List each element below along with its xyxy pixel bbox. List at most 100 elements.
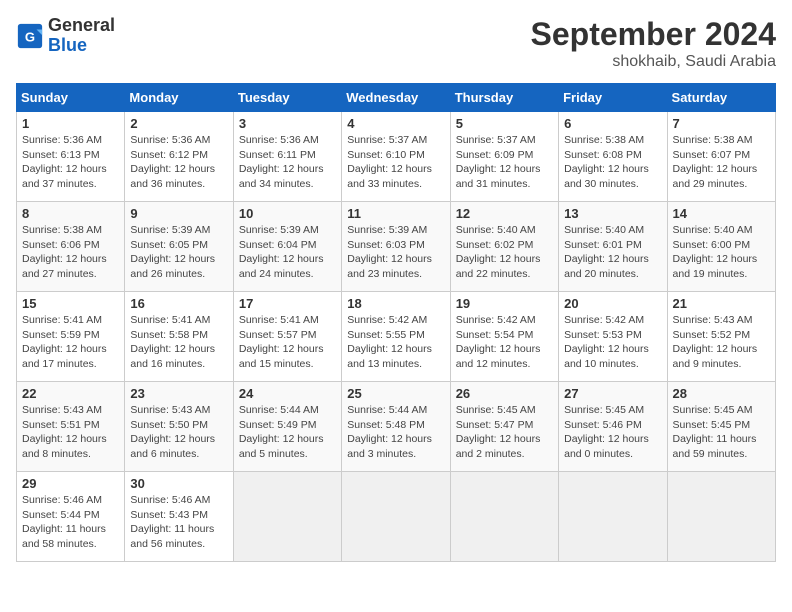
day-info: Sunrise: 5:46 AMSunset: 5:44 PMDaylight:…: [22, 494, 106, 550]
day-number: 10: [239, 206, 336, 221]
day-info: Sunrise: 5:38 AMSunset: 6:06 PMDaylight:…: [22, 224, 107, 280]
calendar-cell: 14 Sunrise: 5:40 AMSunset: 6:00 PMDaylig…: [667, 202, 775, 292]
calendar-cell: 25 Sunrise: 5:44 AMSunset: 5:48 PMDaylig…: [342, 382, 450, 472]
calendar-week-5: 29 Sunrise: 5:46 AMSunset: 5:44 PMDaylig…: [17, 472, 776, 562]
calendar-cell: 7 Sunrise: 5:38 AMSunset: 6:07 PMDayligh…: [667, 112, 775, 202]
calendar-cell: 4 Sunrise: 5:37 AMSunset: 6:10 PMDayligh…: [342, 112, 450, 202]
day-info: Sunrise: 5:38 AMSunset: 6:07 PMDaylight:…: [673, 134, 758, 190]
calendar-cell: 20 Sunrise: 5:42 AMSunset: 5:53 PMDaylig…: [559, 292, 667, 382]
day-info: Sunrise: 5:39 AMSunset: 6:05 PMDaylight:…: [130, 224, 215, 280]
day-number: 14: [673, 206, 770, 221]
header-tuesday: Tuesday: [233, 84, 341, 112]
day-info: Sunrise: 5:44 AMSunset: 5:48 PMDaylight:…: [347, 404, 432, 460]
day-number: 4: [347, 116, 444, 131]
calendar-cell: 24 Sunrise: 5:44 AMSunset: 5:49 PMDaylig…: [233, 382, 341, 472]
calendar-cell: 3 Sunrise: 5:36 AMSunset: 6:11 PMDayligh…: [233, 112, 341, 202]
header-monday: Monday: [125, 84, 233, 112]
calendar-cell: 26 Sunrise: 5:45 AMSunset: 5:47 PMDaylig…: [450, 382, 558, 472]
day-info: Sunrise: 5:41 AMSunset: 5:57 PMDaylight:…: [239, 314, 324, 370]
calendar-cell: 11 Sunrise: 5:39 AMSunset: 6:03 PMDaylig…: [342, 202, 450, 292]
day-number: 5: [456, 116, 553, 131]
day-number: 15: [22, 296, 119, 311]
day-number: 25: [347, 386, 444, 401]
day-number: 11: [347, 206, 444, 221]
calendar-cell: 30 Sunrise: 5:46 AMSunset: 5:43 PMDaylig…: [125, 472, 233, 562]
calendar-cell: 19 Sunrise: 5:42 AMSunset: 5:54 PMDaylig…: [450, 292, 558, 382]
calendar-cell: 15 Sunrise: 5:41 AMSunset: 5:59 PMDaylig…: [17, 292, 125, 382]
calendar-week-1: 1 Sunrise: 5:36 AMSunset: 6:13 PMDayligh…: [17, 112, 776, 202]
calendar-cell: 6 Sunrise: 5:38 AMSunset: 6:08 PMDayligh…: [559, 112, 667, 202]
day-info: Sunrise: 5:37 AMSunset: 6:09 PMDaylight:…: [456, 134, 541, 190]
day-info: Sunrise: 5:36 AMSunset: 6:12 PMDaylight:…: [130, 134, 215, 190]
day-number: 2: [130, 116, 227, 131]
day-number: 19: [456, 296, 553, 311]
header-wednesday: Wednesday: [342, 84, 450, 112]
calendar-week-4: 22 Sunrise: 5:43 AMSunset: 5:51 PMDaylig…: [17, 382, 776, 472]
day-number: 18: [347, 296, 444, 311]
svg-text:G: G: [25, 29, 35, 44]
day-info: Sunrise: 5:45 AMSunset: 5:47 PMDaylight:…: [456, 404, 541, 460]
calendar-header: Sunday Monday Tuesday Wednesday Thursday…: [17, 84, 776, 112]
day-number: 13: [564, 206, 661, 221]
day-number: 16: [130, 296, 227, 311]
header-thursday: Thursday: [450, 84, 558, 112]
day-number: 26: [456, 386, 553, 401]
calendar-cell: 5 Sunrise: 5:37 AMSunset: 6:09 PMDayligh…: [450, 112, 558, 202]
day-info: Sunrise: 5:42 AMSunset: 5:55 PMDaylight:…: [347, 314, 432, 370]
day-info: Sunrise: 5:39 AMSunset: 6:04 PMDaylight:…: [239, 224, 324, 280]
logo: G General Blue: [16, 16, 115, 56]
day-number: 12: [456, 206, 553, 221]
day-number: 9: [130, 206, 227, 221]
day-number: 29: [22, 476, 119, 491]
day-number: 20: [564, 296, 661, 311]
logo-icon: G: [16, 22, 44, 50]
day-number: 21: [673, 296, 770, 311]
calendar-cell: [559, 472, 667, 562]
month-title: September 2024: [531, 16, 776, 53]
day-info: Sunrise: 5:39 AMSunset: 6:03 PMDaylight:…: [347, 224, 432, 280]
title-block: September 2024 shokhaib, Saudi Arabia: [531, 16, 776, 71]
day-info: Sunrise: 5:36 AMSunset: 6:11 PMDaylight:…: [239, 134, 324, 190]
day-info: Sunrise: 5:43 AMSunset: 5:51 PMDaylight:…: [22, 404, 107, 460]
calendar-cell: [450, 472, 558, 562]
calendar-cell: 29 Sunrise: 5:46 AMSunset: 5:44 PMDaylig…: [17, 472, 125, 562]
day-info: Sunrise: 5:43 AMSunset: 5:50 PMDaylight:…: [130, 404, 215, 460]
calendar-table: Sunday Monday Tuesday Wednesday Thursday…: [16, 83, 776, 562]
day-info: Sunrise: 5:43 AMSunset: 5:52 PMDaylight:…: [673, 314, 758, 370]
calendar-cell: [667, 472, 775, 562]
calendar-cell: 22 Sunrise: 5:43 AMSunset: 5:51 PMDaylig…: [17, 382, 125, 472]
header-saturday: Saturday: [667, 84, 775, 112]
day-info: Sunrise: 5:37 AMSunset: 6:10 PMDaylight:…: [347, 134, 432, 190]
calendar-cell: 8 Sunrise: 5:38 AMSunset: 6:06 PMDayligh…: [17, 202, 125, 292]
day-info: Sunrise: 5:40 AMSunset: 6:01 PMDaylight:…: [564, 224, 649, 280]
logo-text: General Blue: [48, 16, 115, 56]
calendar-cell: 13 Sunrise: 5:40 AMSunset: 6:01 PMDaylig…: [559, 202, 667, 292]
calendar-cell: 16 Sunrise: 5:41 AMSunset: 5:58 PMDaylig…: [125, 292, 233, 382]
calendar-cell: 18 Sunrise: 5:42 AMSunset: 5:55 PMDaylig…: [342, 292, 450, 382]
calendar-body: 1 Sunrise: 5:36 AMSunset: 6:13 PMDayligh…: [17, 112, 776, 562]
day-info: Sunrise: 5:41 AMSunset: 5:58 PMDaylight:…: [130, 314, 215, 370]
day-number: 23: [130, 386, 227, 401]
day-info: Sunrise: 5:42 AMSunset: 5:54 PMDaylight:…: [456, 314, 541, 370]
calendar-cell: 28 Sunrise: 5:45 AMSunset: 5:45 PMDaylig…: [667, 382, 775, 472]
day-info: Sunrise: 5:38 AMSunset: 6:08 PMDaylight:…: [564, 134, 649, 190]
day-number: 28: [673, 386, 770, 401]
day-info: Sunrise: 5:44 AMSunset: 5:49 PMDaylight:…: [239, 404, 324, 460]
calendar-cell: 17 Sunrise: 5:41 AMSunset: 5:57 PMDaylig…: [233, 292, 341, 382]
day-info: Sunrise: 5:45 AMSunset: 5:46 PMDaylight:…: [564, 404, 649, 460]
calendar-cell: 1 Sunrise: 5:36 AMSunset: 6:13 PMDayligh…: [17, 112, 125, 202]
day-info: Sunrise: 5:36 AMSunset: 6:13 PMDaylight:…: [22, 134, 107, 190]
calendar-cell: [342, 472, 450, 562]
calendar-cell: 2 Sunrise: 5:36 AMSunset: 6:12 PMDayligh…: [125, 112, 233, 202]
day-number: 7: [673, 116, 770, 131]
day-info: Sunrise: 5:46 AMSunset: 5:43 PMDaylight:…: [130, 494, 214, 550]
header-row: Sunday Monday Tuesday Wednesday Thursday…: [17, 84, 776, 112]
location: shokhaib, Saudi Arabia: [531, 53, 776, 71]
day-number: 30: [130, 476, 227, 491]
day-info: Sunrise: 5:41 AMSunset: 5:59 PMDaylight:…: [22, 314, 107, 370]
day-info: Sunrise: 5:45 AMSunset: 5:45 PMDaylight:…: [673, 404, 757, 460]
day-info: Sunrise: 5:42 AMSunset: 5:53 PMDaylight:…: [564, 314, 649, 370]
calendar-cell: 23 Sunrise: 5:43 AMSunset: 5:50 PMDaylig…: [125, 382, 233, 472]
calendar-cell: 12 Sunrise: 5:40 AMSunset: 6:02 PMDaylig…: [450, 202, 558, 292]
day-number: 24: [239, 386, 336, 401]
